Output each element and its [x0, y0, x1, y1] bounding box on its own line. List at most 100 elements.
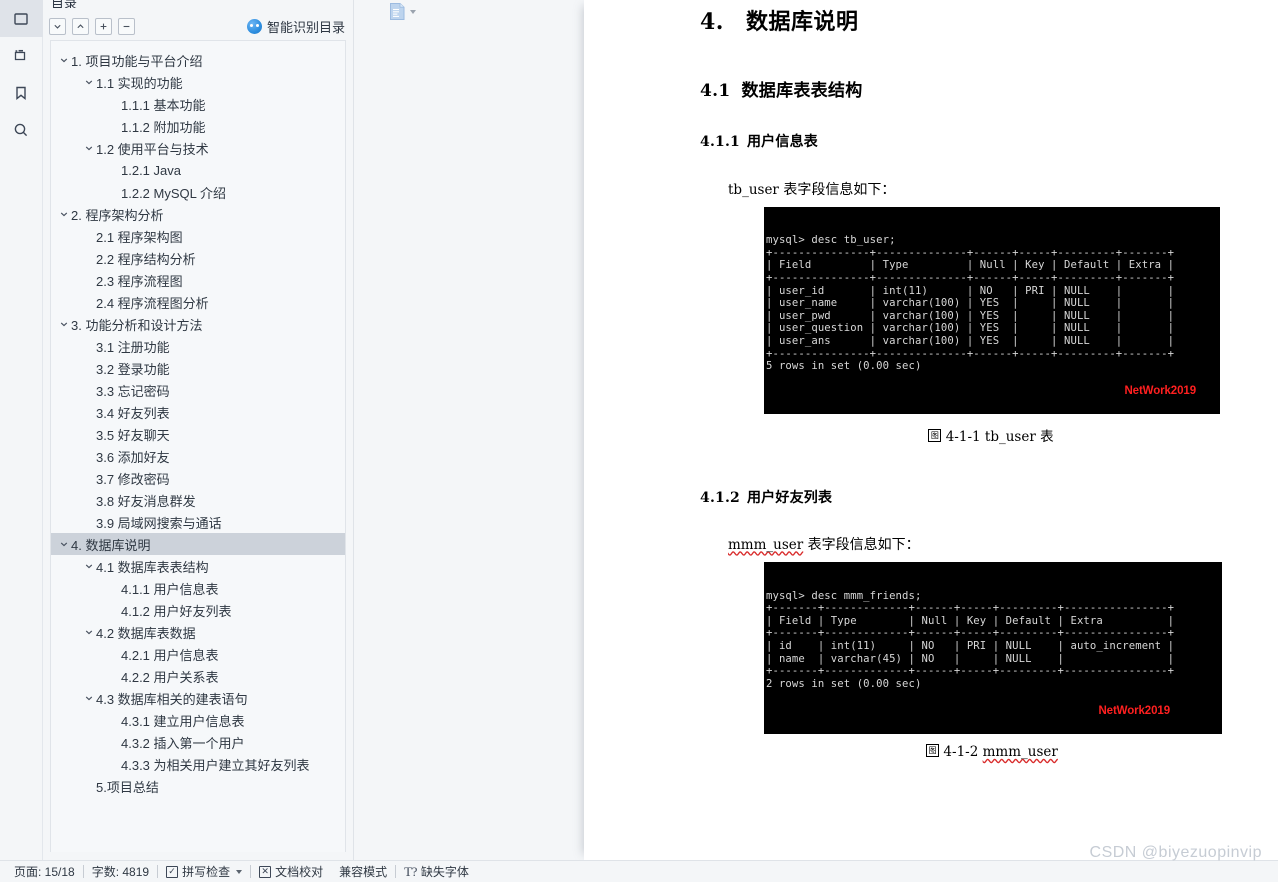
- chevron-down-icon[interactable]: [82, 693, 96, 703]
- toc-item[interactable]: 4.3.2 插入第一个用户: [51, 731, 345, 753]
- status-proofread[interactable]: ✕ 文档校对: [251, 861, 331, 883]
- status-missing-font[interactable]: T? 缺失字体: [396, 861, 477, 883]
- toc-panel: 目录 智能识别目录 1. 项目功能与平台介绍 1.1 实现的功能 1.1.1 基…: [43, 0, 354, 860]
- paragraph-tb-user: tb_user 表字段信息如下：: [728, 179, 1230, 199]
- collapse-all-button[interactable]: [118, 17, 135, 35]
- toc-item[interactable]: 4.3 数据库相关的建表语句: [51, 687, 345, 709]
- heading-4-1-1-number: 4.1.1: [700, 134, 740, 150]
- document-workspace[interactable]: 4. 数据库说明 4.1 数据库表表结构 4.1.1 用户信息表 tb_user 表字…: [354, 0, 1278, 860]
- toc-item[interactable]: 4.3.3 为相关用户建立其好友列表: [51, 753, 345, 775]
- terminal-2-lines: mysql> desc mmm_friends; +-------+-------…: [766, 590, 1222, 691]
- wps-writer-window: 目录 智能识别目录 1. 项目功能与平台介绍 1.1 实现的功能 1.1.1 基…: [0, 0, 1278, 882]
- heading-4-text: 数据库说明: [745, 9, 859, 35]
- toc-item-label: 3.6 添加好友: [96, 449, 170, 465]
- chevron-down-icon[interactable]: [57, 319, 71, 329]
- outline-icon[interactable]: [0, 37, 43, 74]
- toc-item[interactable]: 4.1.1 用户信息表: [51, 577, 345, 599]
- toc-item[interactable]: 3.2 登录功能: [51, 357, 345, 379]
- search-icon[interactable]: [0, 111, 43, 148]
- toc-caret-spacer: [107, 759, 121, 769]
- toc-item[interactable]: 2.4 程序流程图分析: [51, 291, 345, 313]
- chevron-down-icon[interactable]: [57, 55, 71, 65]
- chevron-down-icon[interactable]: [57, 539, 71, 549]
- bookmark-icon[interactable]: [0, 74, 43, 111]
- collapse-down-button[interactable]: [49, 17, 66, 35]
- smart-toc-button[interactable]: 智能识别目录: [246, 17, 345, 36]
- toc-item-label: 3.2 登录功能: [96, 361, 170, 377]
- toc-item[interactable]: 3.7 修改密码: [51, 467, 345, 489]
- collapse-up-button[interactable]: [72, 17, 89, 35]
- toc-item-label: 4.3.3 为相关用户建立其好友列表: [121, 757, 310, 773]
- toc-panel-title: 目录: [51, 0, 78, 8]
- status-proofread-label: 文档校对: [275, 865, 324, 879]
- toc-item-label: 4.2.2 用户关系表: [121, 669, 219, 685]
- toc-item[interactable]: 4.2.1 用户信息表: [51, 643, 345, 665]
- toc-item[interactable]: 3.3 忘记密码: [51, 379, 345, 401]
- toc-item[interactable]: 3.8 好友消息群发: [51, 489, 345, 511]
- inline-code-mmm-user: mmm_user: [728, 536, 804, 553]
- toc-item[interactable]: 3.5 好友聊天: [51, 423, 345, 445]
- chevron-down-icon[interactable]: [236, 869, 243, 874]
- toc-item[interactable]: 5.项目总结: [51, 775, 345, 797]
- toc-item[interactable]: 1.2 使用平台与技术: [51, 137, 345, 159]
- toc-item-label: 3.3 忘记密码: [96, 383, 170, 399]
- toc-caret-spacer: [107, 649, 121, 659]
- toc-item[interactable]: 4.1 数据库表表结构: [51, 555, 345, 577]
- figure-caption-4-1-2-num: 4-1-2: [939, 744, 983, 761]
- toc-item[interactable]: 1.2.2 MySQL 介绍: [51, 181, 345, 203]
- chevron-down-icon[interactable]: [82, 627, 96, 637]
- toc-item[interactable]: 2. 程序架构分析: [51, 203, 345, 225]
- toc-item[interactable]: 3.1 注册功能: [51, 335, 345, 357]
- paragraph-mmm-user: mmm_user 表字段信息如下：: [728, 534, 1230, 554]
- toc-item[interactable]: 4.1.2 用户好友列表: [51, 599, 345, 621]
- toc-caret-spacer: [82, 495, 96, 505]
- chevron-down-icon[interactable]: [57, 209, 71, 219]
- toc-caret-spacer: [82, 297, 96, 307]
- terminal-line: +-------+-------------+------+-----+----…: [766, 665, 1175, 678]
- toc-caret-spacer: [82, 473, 96, 483]
- toc-item[interactable]: 4.3.1 建立用户信息表: [51, 709, 345, 731]
- terminal-line: 5 rows in set (0.00 sec): [766, 360, 922, 373]
- toc-item[interactable]: 1.1 实现的功能: [51, 71, 345, 93]
- toc-item[interactable]: 4.2.2 用户关系表: [51, 665, 345, 687]
- chevron-down-icon[interactable]: [82, 561, 96, 571]
- toc-item[interactable]: 1.2.1 Java: [51, 159, 345, 181]
- toc-item[interactable]: 1.1.2 附加功能: [51, 115, 345, 137]
- panel-icon[interactable]: [0, 0, 43, 37]
- expand-all-button[interactable]: [95, 17, 112, 35]
- toc-item[interactable]: 3.9 局域网搜索与通话: [51, 511, 345, 533]
- toc-item[interactable]: 2.1 程序架构图: [51, 225, 345, 247]
- toc-item[interactable]: 3. 功能分析和设计方法: [51, 313, 345, 335]
- terminal-line: +---------------+--------------+------+-…: [766, 347, 1175, 360]
- smart-toc-icon: [246, 18, 262, 34]
- toc-item[interactable]: 4. 数据库说明: [51, 533, 345, 555]
- toc-item[interactable]: 2.2 程序结构分析: [51, 247, 345, 269]
- status-word-count[interactable]: 字数: 4819: [84, 861, 157, 883]
- toc-item-label: 4.1 数据库表表结构: [96, 559, 209, 575]
- figure-caption-4-1-2-code: mmm_user: [982, 744, 1058, 761]
- toc-caret-spacer: [82, 363, 96, 373]
- left-icon-rail: [0, 0, 43, 860]
- toc-caret-spacer: [107, 187, 121, 197]
- status-spellcheck-label: 拼写检查: [182, 865, 231, 879]
- chevron-down-icon[interactable]: [82, 143, 96, 153]
- heading-4-number: 4.: [700, 9, 724, 35]
- toc-item[interactable]: 4.2 数据库表数据: [51, 621, 345, 643]
- status-page-count[interactable]: 页面: 15/18: [6, 861, 83, 883]
- toc-scroll-area[interactable]: 1. 项目功能与平台介绍 1.1 实现的功能 1.1.1 基本功能 1.1.2 附加功…: [50, 40, 346, 852]
- toc-item[interactable]: 3.4 好友列表: [51, 401, 345, 423]
- status-compat-mode[interactable]: 兼容模式: [331, 861, 395, 883]
- chevron-down-icon[interactable]: [82, 77, 96, 87]
- toc-item-label: 1.1.1 基本功能: [121, 97, 206, 113]
- toc-caret-spacer: [82, 275, 96, 285]
- figure-caption-4-1-1-tail: 表: [1040, 428, 1054, 445]
- toc-item[interactable]: 1. 项目功能与平台介绍: [51, 49, 345, 71]
- page-layout-tool[interactable]: [389, 2, 416, 21]
- status-spellcheck[interactable]: ✓ 拼写检查: [158, 861, 250, 883]
- toc-item[interactable]: 2.3 程序流程图: [51, 269, 345, 291]
- toc-caret-spacer: [107, 737, 121, 747]
- toc-item-label: 4.2 数据库表数据: [96, 625, 196, 641]
- chevron-down-icon[interactable]: [410, 9, 416, 14]
- toc-item[interactable]: 3.6 添加好友: [51, 445, 345, 467]
- toc-item[interactable]: 1.1.1 基本功能: [51, 93, 345, 115]
